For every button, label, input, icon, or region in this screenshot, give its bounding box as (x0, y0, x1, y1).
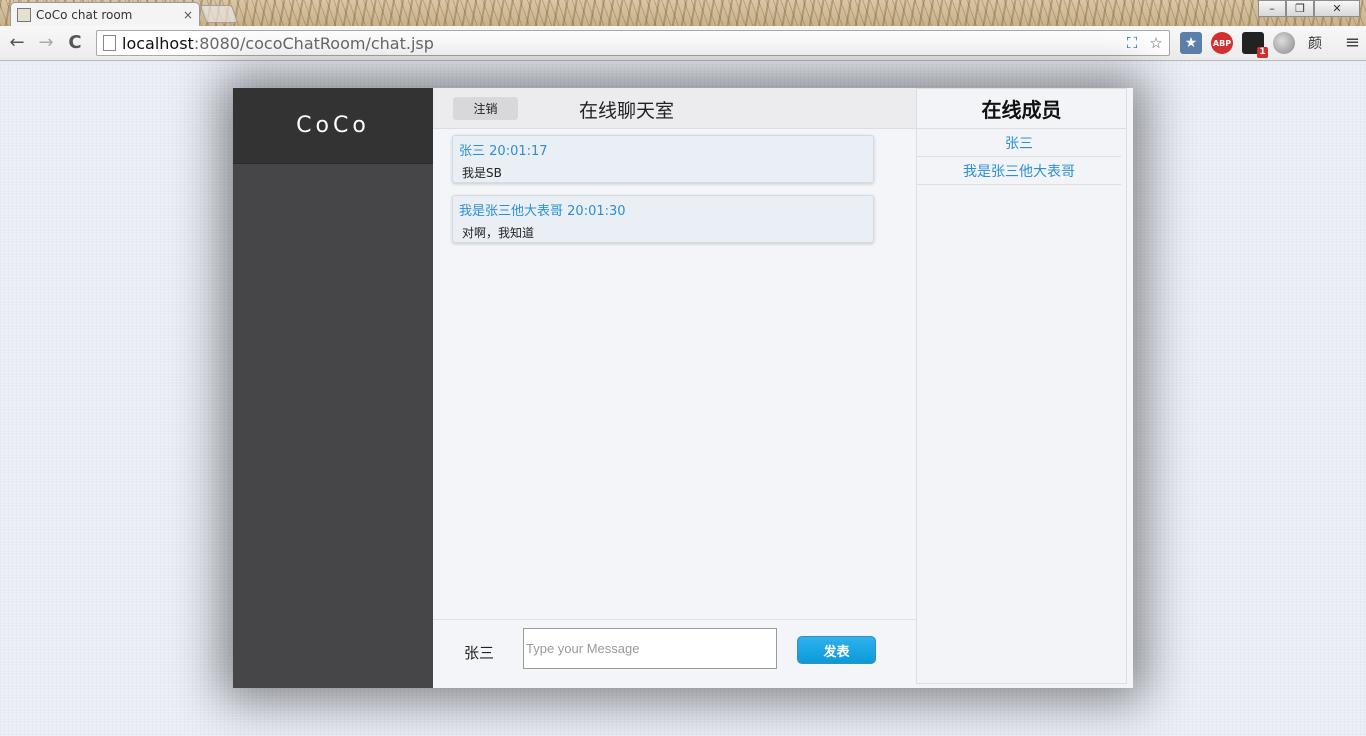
yan-extension-icon[interactable]: 颜 (1304, 32, 1326, 54)
member-item[interactable]: 张三 (917, 129, 1121, 157)
send-button[interactable]: 发表 (797, 636, 876, 664)
message-input[interactable] (523, 628, 777, 669)
adblock-icon[interactable]: ABP (1211, 32, 1233, 54)
browser-toolbar: ← → C localhost:8080/cocoChatRoom/chat.j… (0, 26, 1366, 61)
members-title: 在线成员 (917, 89, 1126, 129)
chat-panel: 注销 在线聊天室 张三 20:01:17 我是SB 我是张三他大表哥 20:01… (433, 88, 916, 688)
bookmark-extension-icon[interactable]: ★ (1180, 32, 1202, 54)
message-sender: 张三 (459, 144, 486, 159)
current-user-label: 张三 (464, 644, 495, 662)
new-tab-button[interactable] (199, 5, 239, 23)
message-time: 20:01:17 (489, 144, 548, 159)
back-arrow-icon[interactable]: ← (6, 32, 28, 54)
translate-icon[interactable]: ⛶ (1123, 33, 1141, 53)
app-right-edge (1127, 88, 1133, 688)
url-host: localhost (122, 33, 194, 53)
reload-icon[interactable]: C (64, 32, 86, 54)
url-path: :8080/cocoChatRoom/chat.jsp (193, 33, 434, 53)
browser-tab[interactable]: CoCo chat room × (10, 2, 200, 26)
tab-favicon-icon (17, 7, 31, 22)
message-list: 张三 20:01:17 我是SB 我是张三他大表哥 20:01:30 对啊，我知… (433, 129, 916, 243)
message-time: 20:01:30 (567, 204, 626, 219)
message-meta: 我是张三他大表哥 20:01:30 (459, 200, 867, 219)
chat-header: 注销 在线聊天室 (433, 88, 916, 129)
members-panel: 在线成员 张三 我是张三他大表哥 (916, 88, 1127, 684)
chat-app: CoCo 注销 在线聊天室 张三 20:01:17 我是SB 我是张三他大表哥 … (233, 88, 1133, 688)
mail-badge: 1 (1257, 47, 1268, 58)
tab-close-icon[interactable]: × (183, 8, 193, 22)
message-sender: 我是张三他大表哥 (459, 204, 564, 219)
window-controls: – ❐ ✕ (1258, 0, 1360, 17)
message-text: 对啊，我知道 (462, 226, 535, 240)
globe-extension-icon[interactable] (1273, 32, 1295, 54)
message-item: 我是张三他大表哥 20:01:30 对啊，我知道 (452, 195, 874, 243)
bookmark-star-icon[interactable]: ☆ (1147, 33, 1165, 53)
message-meta: 张三 20:01:17 (459, 140, 867, 159)
forward-arrow-icon[interactable]: → (35, 32, 57, 54)
brand-logo: CoCo (233, 88, 433, 164)
message-text: 我是SB (462, 166, 502, 180)
mail-extension-icon[interactable]: 1 (1242, 32, 1268, 58)
restore-button[interactable]: ❐ (1286, 0, 1314, 17)
window-close-button[interactable]: ✕ (1314, 0, 1360, 17)
left-sidebar: CoCo (233, 88, 433, 688)
browser-titlebar: CoCo chat room × – ❐ ✕ (0, 0, 1366, 26)
address-bar[interactable]: localhost:8080/cocoChatRoom/chat.jsp ⛶ ☆ (96, 30, 1170, 56)
member-item[interactable]: 我是张三他大表哥 (917, 157, 1121, 185)
chat-title: 在线聊天室 (579, 100, 675, 122)
extensions-bar: ★ ABP 1 颜 (1180, 32, 1326, 58)
message-item: 张三 20:01:17 我是SB (452, 135, 874, 183)
minimize-button[interactable]: – (1258, 0, 1286, 17)
page-icon (103, 35, 116, 51)
tab-title: CoCo chat room (36, 7, 133, 22)
logout-button[interactable]: 注销 (453, 97, 518, 120)
omnibox-icons: ⛶ ☆ (1123, 33, 1165, 53)
message-composer: 张三 发表 (433, 619, 916, 688)
browser-menu-icon[interactable]: ≡ (1345, 32, 1360, 53)
